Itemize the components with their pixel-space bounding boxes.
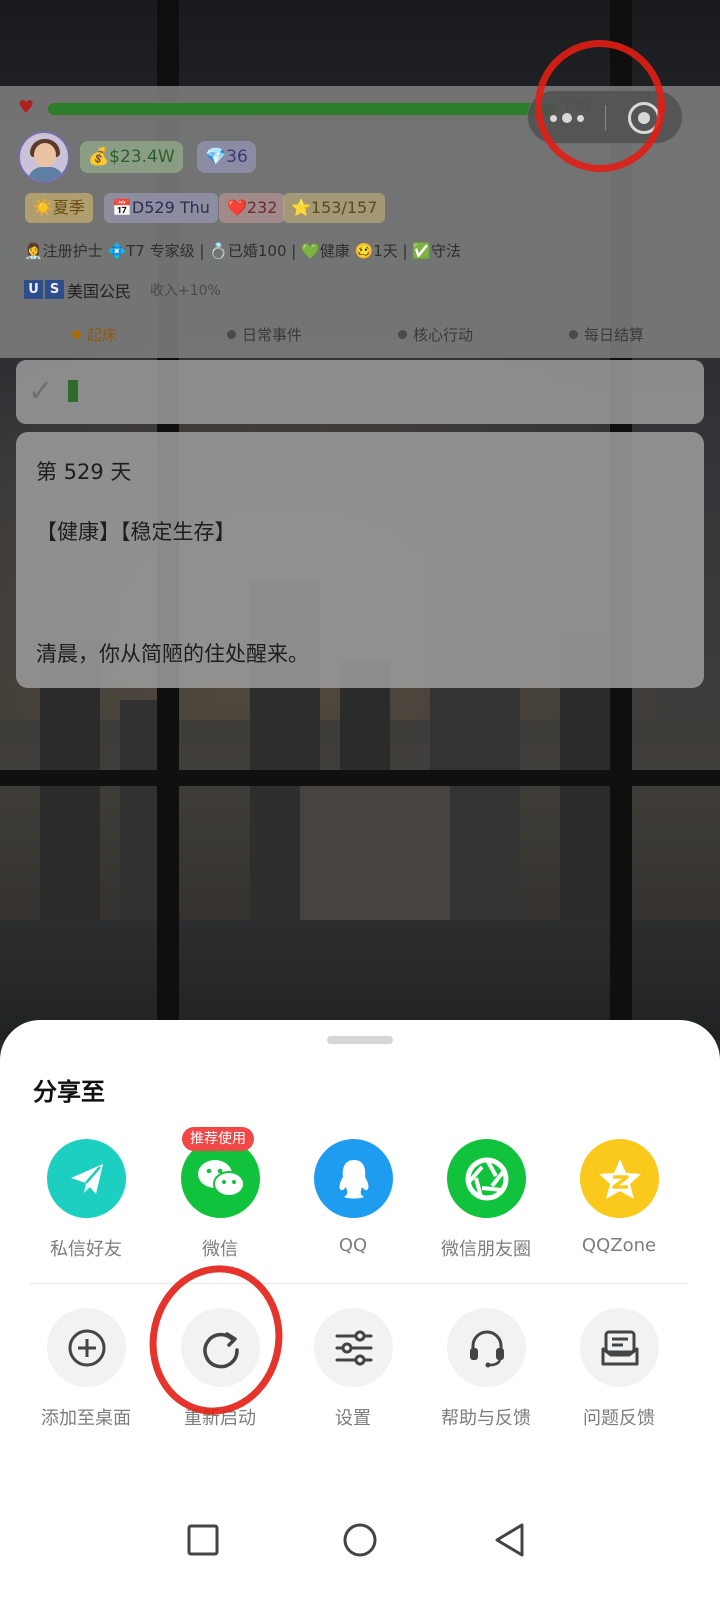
share-label: 私信好友 [50,1239,122,1260]
moments-shutter-icon [447,1139,526,1218]
avatar[interactable] [18,131,70,183]
sheet-title: 分享至 [33,1078,105,1106]
sheet-divider [30,1283,688,1284]
system-nav-bar [0,1490,720,1600]
phase-label: 每日结算 [584,326,645,344]
action-label: 问题反馈 [583,1408,655,1429]
heart-icon: ♥ [18,97,35,118]
check-icon: ✓ [28,374,54,409]
flag-letter-u: U [24,280,43,299]
feedback-box-icon [580,1308,659,1387]
add-to-desktop-button[interactable]: 添加至桌面 [21,1308,151,1438]
profile-line: 👩‍⚕️注册护士 💠T7 专家级 | 💍已婚100 | 💚健康 🥴1天 | ✅守… [24,242,462,260]
back-triangle-icon[interactable] [480,1510,540,1570]
home-circle-icon[interactable] [330,1510,390,1570]
share-moments[interactable]: 微信朋友圈 [421,1139,551,1269]
action-label: 设置 [335,1408,371,1429]
phase-label: 核心行动 [413,326,474,344]
income-bonus: 收入+10% [150,283,221,299]
report-issue-button[interactable]: 问题反馈 [554,1308,684,1438]
flag-letter-s: S [45,280,64,299]
headset-icon [447,1308,526,1387]
us-flag-icon: U S [24,280,64,300]
add-circle-icon [47,1308,126,1387]
money-chip: 💰$23.4W [80,141,183,173]
share-wechat[interactable]: 微信 [155,1139,285,1269]
share-qq[interactable]: QQ [288,1139,418,1269]
phase-tabs: 起床 日常事件 核心行动 每日结算 [0,324,720,352]
qzone-star-icon [580,1139,659,1218]
share-label: QQ [338,1235,368,1256]
health-fill [48,103,557,115]
star-tag: ⭐153/157 [283,193,386,223]
sheet-grabber[interactable] [327,1036,393,1044]
season-tag: ☀️夏季 [25,193,93,223]
health-bar: ♥ 100 [18,97,590,118]
citizenship-label: 美国公民 [67,282,132,301]
share-label: 微信 [202,1239,238,1260]
share-label: QQZone [581,1235,657,1256]
phase-core-actions[interactable]: 核心行动 [398,324,473,345]
gem-chip: 💎36 [197,141,256,173]
story-text: 清晨，你从简陋的住处醒来。 [36,642,309,666]
phase-daily-summary[interactable]: 每日结算 [569,324,644,345]
paper-plane-icon [47,1139,126,1218]
story-card: 第 529 天 【健康】【稳定生存】 清晨，你从简陋的住处醒来。 [16,432,704,688]
phase-daily-events[interactable]: 日常事件 [227,324,302,345]
action-label: 添加至桌面 [41,1408,131,1429]
recents-square-icon[interactable] [173,1510,233,1570]
settings-button[interactable]: 设置 [288,1308,418,1438]
day-title: 第 529 天 [36,460,132,484]
share-qzone[interactable]: QQZone [554,1139,684,1269]
phase-wake[interactable]: 起床 [72,324,117,345]
health-tag: ❤️232 [219,193,286,223]
status-card: ✓ [16,360,704,424]
qq-penguin-icon [314,1139,393,1218]
sliders-icon [314,1308,393,1387]
share-label: 微信朋友圈 [441,1239,531,1260]
phase-label: 日常事件 [242,326,303,344]
day-tag: 📅D529 Thu [104,193,218,223]
action-label: 帮助与反馈 [441,1408,531,1429]
recommended-badge: 推荐使用 [182,1127,254,1151]
phase-label: 起床 [87,326,118,344]
progress-marker [68,380,78,402]
share-private-message[interactable]: 私信好友 [21,1139,151,1269]
story-tags: 【健康】【稳定生存】 [36,520,236,544]
health-track [48,103,578,115]
help-feedback-button[interactable]: 帮助与反馈 [421,1308,551,1438]
